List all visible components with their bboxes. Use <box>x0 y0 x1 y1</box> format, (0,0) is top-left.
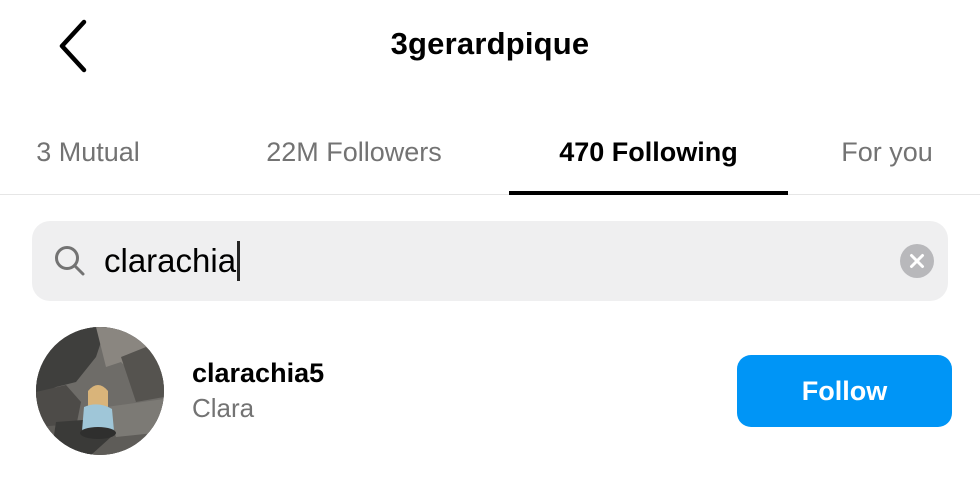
search-query-text: clarachia <box>104 242 237 279</box>
profile-username-title: 3gerardpique <box>390 26 590 61</box>
user-info[interactable]: clarachia5 Clara <box>192 356 324 426</box>
tab-label: For you <box>841 136 933 167</box>
following-screen: 3gerardpique 3 Mutual 22M Followers 470 … <box>0 0 980 503</box>
profile-photo <box>36 327 164 455</box>
text-cursor <box>237 241 241 281</box>
tab-bar: 3 Mutual 22M Followers 470 Following For… <box>0 110 980 195</box>
username[interactable]: clarachia5 <box>192 356 324 390</box>
header: 3gerardpique <box>0 0 980 95</box>
tab-label: 470 Following <box>559 136 738 167</box>
tab-label: 3 Mutual <box>36 136 140 167</box>
tab-following[interactable]: 470 Following <box>509 110 788 195</box>
follow-button[interactable]: Follow <box>737 355 952 427</box>
search-input[interactable]: clarachia <box>104 221 884 301</box>
list-item[interactable]: clarachia5 Clara Follow <box>0 318 980 468</box>
avatar[interactable] <box>36 327 164 455</box>
tab-mutual[interactable]: 3 Mutual <box>20 110 156 194</box>
active-tab-indicator <box>509 191 788 195</box>
clear-search-button[interactable] <box>900 244 934 278</box>
tab-for-you[interactable]: For you <box>822 110 952 194</box>
search-bar[interactable]: clarachia <box>32 221 948 301</box>
clear-icon <box>910 254 924 268</box>
search-icon <box>55 246 85 276</box>
full-name: Clara <box>192 393 255 423</box>
tab-followers[interactable]: 22M Followers <box>228 110 480 194</box>
tab-label: 22M Followers <box>266 136 442 167</box>
